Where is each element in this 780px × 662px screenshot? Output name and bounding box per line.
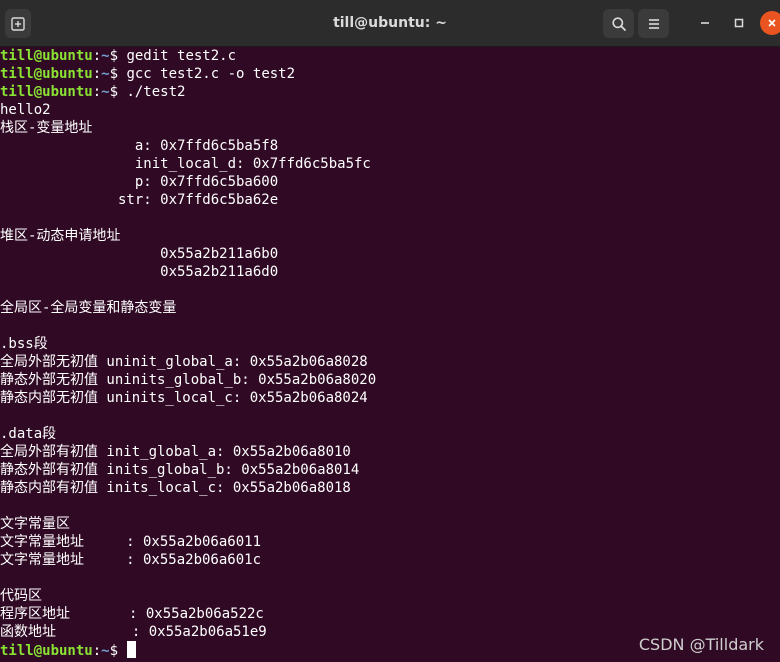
prompt-user: till@ubuntu: [0, 643, 93, 659]
terminal-cursor: [127, 641, 137, 658]
output-line: 全局区-全局变量和静态变量: [0, 300, 177, 316]
close-icon: [768, 19, 776, 27]
output-line: init_local_d: 0x7ffd6c5ba5fc: [0, 156, 371, 172]
output-line: hello2: [0, 102, 51, 118]
output-line: 0x55a2b211a6b0: [0, 246, 279, 262]
hamburger-menu-icon: [648, 18, 659, 29]
output-line: 堆区-动态申请地址: [0, 228, 121, 244]
search-icon: [611, 16, 626, 31]
prompt-separator: :: [92, 48, 102, 64]
terminal-output[interactable]: till@ubuntu:~$ gedit test2.c till@ubuntu…: [0, 47, 780, 662]
output-line: 全局外部无初值 uninit_global_a: 0x55a2b06a8028: [0, 354, 368, 370]
minimize-icon: [701, 22, 709, 24]
output-line: .bss段: [0, 336, 48, 352]
prompt-path: ~: [101, 643, 110, 659]
output-line: 全局外部有初值 init_global_a: 0x55a2b06a8010: [0, 444, 351, 460]
prompt-dollar: $: [109, 66, 127, 82]
output-line: 静态内部有初值 inits_local_c: 0x55a2b06a8018: [0, 480, 351, 496]
close-button[interactable]: [760, 11, 780, 35]
output-line: 静态内部无初值 uninits_local_c: 0x55a2b06a8024: [0, 390, 368, 406]
search-button[interactable]: [603, 9, 634, 38]
output-line: 0x55a2b211a6d0: [0, 264, 279, 280]
prompt-line: till@ubuntu:~$ gcc test2.c -o test2: [0, 65, 295, 83]
prompt-dollar: $: [109, 48, 127, 64]
prompt-line: till@ubuntu:~$: [0, 641, 137, 659]
prompt-user: till@ubuntu: [0, 66, 93, 82]
prompt-path: ~: [101, 66, 110, 82]
output-line: 文字常量区: [0, 516, 70, 532]
command-text: ./test2: [126, 84, 186, 100]
output-line: str: 0x7ffd6c5ba62e: [0, 192, 279, 208]
prompt-separator: :: [92, 643, 102, 659]
prompt-dollar: $: [109, 643, 127, 659]
prompt-user: till@ubuntu: [0, 84, 93, 100]
prompt-dollar: $: [109, 84, 127, 100]
prompt-separator: :: [92, 66, 102, 82]
maximize-button[interactable]: [728, 12, 750, 34]
output-line: 文字常量地址 : 0x55a2b06a6011: [0, 534, 262, 550]
terminal-headerbar: till@ubuntu: ~: [0, 0, 780, 47]
output-line: 代码区: [0, 588, 42, 604]
output-line: p: 0x7ffd6c5ba600: [0, 174, 279, 190]
output-line: 静态外部无初值 uninits_global_b: 0x55a2b06a8020: [0, 372, 377, 388]
new-tab-button[interactable]: [5, 9, 31, 38]
maximize-icon: [734, 18, 744, 28]
prompt-path: ~: [101, 48, 110, 64]
output-line: a: 0x7ffd6c5ba5f8: [0, 138, 279, 154]
output-line: 函数地址 : 0x55a2b06a51e9: [0, 624, 267, 640]
menu-button[interactable]: [638, 9, 669, 38]
watermark: CSDN @Tilldark: [638, 635, 764, 654]
output-line: .data段: [0, 426, 57, 442]
prompt-separator: :: [92, 84, 102, 100]
prompt-line: till@ubuntu:~$ ./test2: [0, 83, 185, 101]
new-tab-icon: [11, 16, 25, 31]
command-text: gedit test2.c: [126, 48, 237, 64]
prompt-line: till@ubuntu:~$ gedit test2.c: [0, 47, 236, 65]
prompt-user: till@ubuntu: [0, 48, 93, 64]
minimize-button[interactable]: [694, 12, 716, 34]
command-text: gcc test2.c -o test2: [126, 66, 296, 82]
output-line: 文字常量地址 : 0x55a2b06a601c: [0, 552, 262, 568]
output-line: 静态外部有初值 inits_global_b: 0x55a2b06a8014: [0, 462, 360, 478]
output-line: 程序区地址 : 0x55a2b06a522c: [0, 606, 264, 622]
output-line: 栈区-变量地址: [0, 120, 93, 136]
prompt-path: ~: [101, 84, 110, 100]
